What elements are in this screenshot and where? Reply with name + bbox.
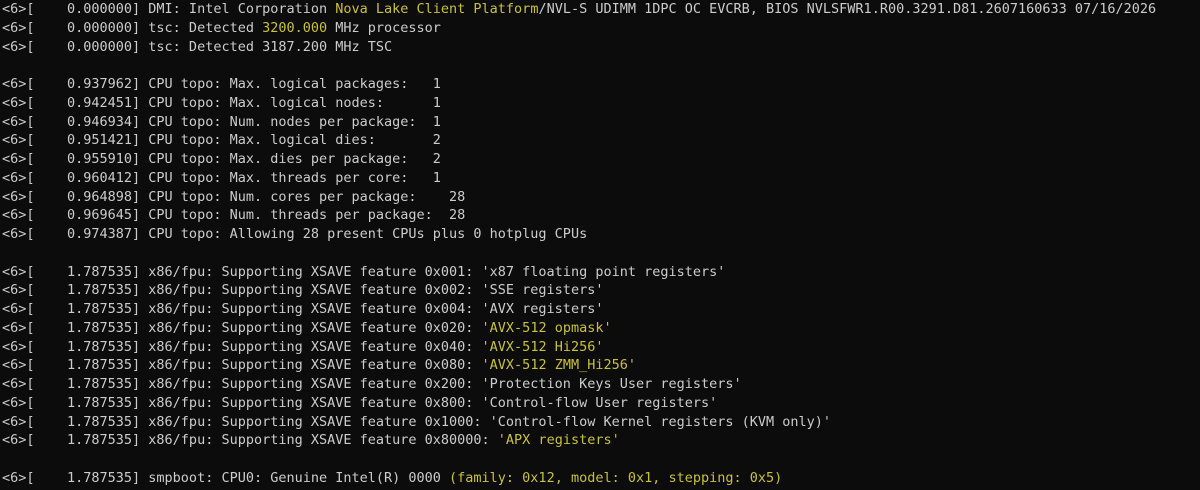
log-line: <6>[ 0.000000] DMI: Intel Corporation No… <box>2 0 1200 19</box>
log-text: <6>[ 1.787535] x86/fpu: Supporting XSAVE… <box>2 319 482 336</box>
log-line: <6>[ 0.946934] CPU topo: Num. nodes per … <box>2 113 1200 132</box>
log-line: <6>[ 0.951421] CPU topo: Max. logical di… <box>2 131 1200 150</box>
log-line: <6>[ 0.000000] tsc: Detected 3200.000 MH… <box>2 19 1200 38</box>
log-line: <6>[ 0.955910] CPU topo: Max. dies per p… <box>2 150 1200 169</box>
log-text: <6>[ 0.942451] CPU topo: Max. logical no… <box>2 94 441 111</box>
log-text: <6>[ 0.960412] CPU topo: Max. threads pe… <box>2 169 441 186</box>
log-line: <6>[ 0.000000] tsc: Detected 3187.200 MH… <box>2 38 1200 57</box>
log-text: /NVL-S UDIMM 1DPC OC EVCRB, BIOS NVLSFWR… <box>538 1 1157 17</box>
log-line: <6>[ 1.787535] x86/fpu: Supporting XSAVE… <box>2 263 1200 282</box>
log-text: <6>[ 0.000000] tsc: Detected <box>2 19 263 36</box>
log-line: <6>[ 1.787535] smpboot: CPU0: Genuine In… <box>2 469 1200 488</box>
log-text: <6>[ 1.787535] smpboot: CPU0: Genuine In… <box>2 469 450 486</box>
log-line: <6>[ 0.969645] CPU topo: Num. threads pe… <box>2 206 1200 225</box>
log-line: <6>[ 0.942451] CPU topo: Max. logical no… <box>2 94 1200 113</box>
highlighted-text: 'AVX-512 opmask' <box>481 319 612 336</box>
log-text: <6>[ 1.787535] x86/fpu: Supporting XSAVE… <box>2 263 726 280</box>
log-text: <6>[ 0.937962] CPU topo: Max. logical pa… <box>2 76 441 92</box>
log-text: <6>[ 1.787535] x86/fpu: Supporting XSAVE… <box>2 301 604 317</box>
highlighted-text: 'AVX-512 ZMM_Hi256' <box>481 357 636 374</box>
log-text: <6>[ 1.787535] x86/fpu: Supporting XSAVE… <box>2 357 482 374</box>
log-text: <6>[ 0.955910] CPU topo: Max. dies per p… <box>2 151 441 167</box>
log-line: <6>[ 1.787535] x86/fpu: Supporting XSAVE… <box>2 394 1200 413</box>
log-text: <6>[ 0.969645] CPU topo: Num. threads pe… <box>2 207 466 224</box>
highlighted-text: (family: 0x12, model: 0x1, stepping: 0x5… <box>449 469 783 486</box>
log-text: <6>[ 1.787535] x86/fpu: Supporting XSAVE… <box>2 282 604 299</box>
log-text: MHz processor <box>327 19 441 36</box>
log-text: <6>[ 1.787535] x86/fpu: Supporting XSAVE… <box>2 338 482 355</box>
log-text: <6>[ 0.946934] CPU topo: Num. nodes per … <box>2 113 441 130</box>
log-line: <6>[ 0.937962] CPU topo: Max. logical pa… <box>2 75 1200 94</box>
log-text: <6>[ 0.974387] CPU topo: Allowing 28 pre… <box>2 226 588 242</box>
log-line: <6>[ 1.787535] x86/fpu: Supporting XSAVE… <box>2 300 1200 319</box>
log-line: <6>[ 1.787535] x86/fpu: Supporting XSAVE… <box>2 375 1200 394</box>
log-text: <6>[ 1.787535] x86/fpu: Supporting XSAVE… <box>2 394 718 411</box>
highlighted-text: 'AVX-512 Hi256' <box>481 338 604 355</box>
highlighted-text: 3200.000 <box>262 19 328 36</box>
log-line: <6>[ 1.787535] x86/fpu: Supporting XSAVE… <box>2 356 1200 375</box>
log-text: <6>[ 0.964898] CPU topo: Num. cores per … <box>2 188 466 205</box>
log-text: <6>[ 1.787535] x86/fpu: Supporting XSAVE… <box>2 432 498 449</box>
log-line: <6>[ 1.787535] x86/fpu: Supporting XSAVE… <box>2 431 1200 450</box>
log-line: <6>[ 1.787535] x86/fpu: Supporting XSAVE… <box>2 413 1200 432</box>
log-text: <6>[ 0.000000] DMI: Intel Corporation <box>2 1 336 17</box>
highlighted-text: Nova Lake Client Platform <box>335 1 539 17</box>
log-line: <6>[ 1.787535] x86/fpu: Supporting XSAVE… <box>2 338 1200 357</box>
log-text: <6>[ 0.000000] tsc: Detected 3187.200 MH… <box>2 38 393 55</box>
log-line: <6>[ 0.960412] CPU topo: Max. threads pe… <box>2 169 1200 188</box>
log-line: <6>[ 1.787535] x86/fpu: Supporting XSAVE… <box>2 319 1200 338</box>
log-line: <6>[ 0.974387] CPU topo: Allowing 28 pre… <box>2 225 1200 244</box>
log-line: <6>[ 1.787535] x86/fpu: Supporting XSAVE… <box>2 281 1200 300</box>
log-text: <6>[ 0.951421] CPU topo: Max. logical di… <box>2 132 441 149</box>
log-text: <6>[ 1.787535] x86/fpu: Supporting XSAVE… <box>2 376 742 392</box>
log-text: <6>[ 1.787535] x86/fpu: Supporting XSAVE… <box>2 413 832 430</box>
log-line: <6>[ 0.964898] CPU topo: Num. cores per … <box>2 188 1200 207</box>
terminal-output: <6>[ 0.000000] DMI: Intel Corporation No… <box>0 0 1200 490</box>
highlighted-text: 'APX registers' <box>497 432 620 449</box>
